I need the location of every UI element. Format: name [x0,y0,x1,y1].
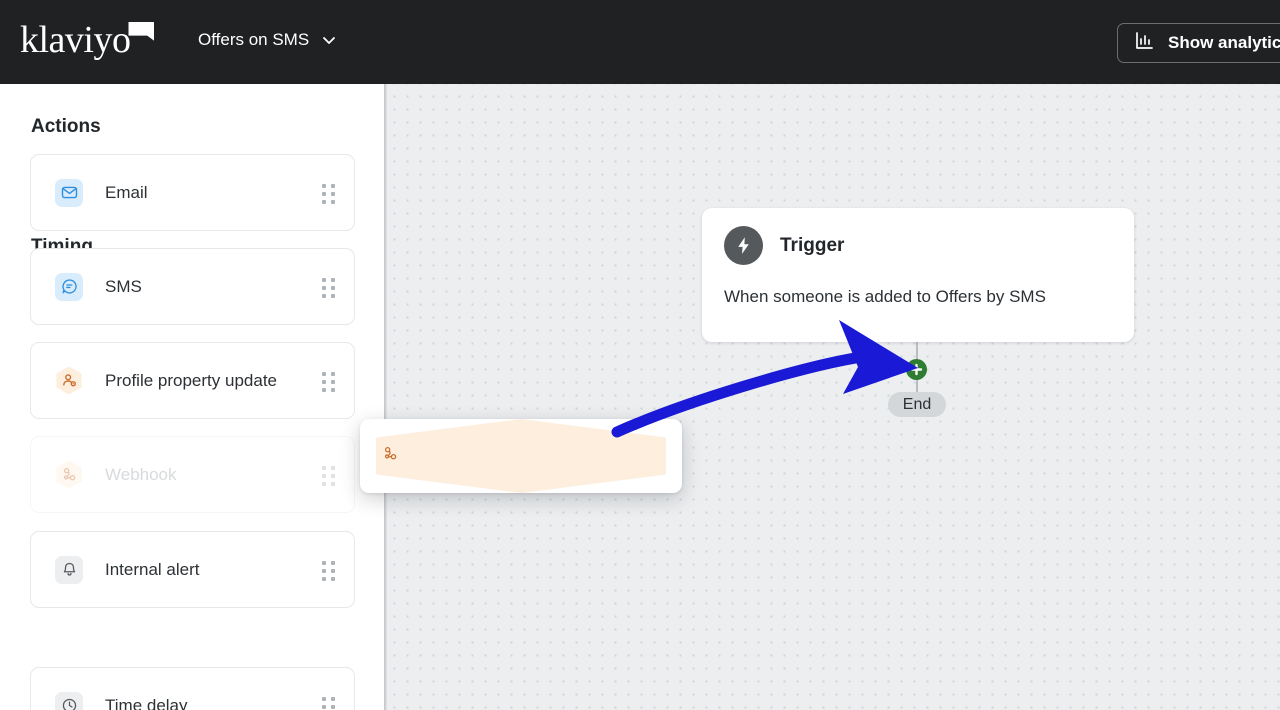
chevron-down-icon [321,32,337,48]
show-analytics-button[interactable]: Show analytics [1117,23,1280,63]
envelope-icon [55,178,83,207]
canvas-left-edge [384,84,387,710]
flow-canvas[interactable] [384,84,1280,710]
drag-handle-icon[interactable] [322,183,336,204]
klaviyo-logo[interactable]: klaviyo [20,19,155,61]
sidebar-item-time-delay[interactable]: Time delay [30,667,355,710]
add-step-button[interactable] [906,359,927,380]
flow-end-label: End [902,395,932,413]
sidebar-item-label: Email [105,182,148,202]
bell-icon [55,555,83,584]
sidebar-item-internal-alert[interactable]: Internal alert [30,531,355,608]
klaviyo-logo-text: klaviyo [20,19,131,61]
chat-bubble-icon [55,272,83,301]
sidebar-item-label: Profile property update [105,370,277,390]
trigger-node[interactable]: Trigger When someone is added to Offers … [702,208,1134,342]
trigger-node-title: Trigger [780,234,845,256]
flow-name-dropdown[interactable]: Offers on SMS [198,30,337,50]
drag-handle-icon[interactable] [322,560,336,581]
flow-name-label: Offers on SMS [198,30,310,49]
flow-end-node: End [888,392,946,417]
plus-icon [910,363,923,376]
section-title-actions: Actions [31,116,101,137]
lightning-bolt-icon [724,226,763,265]
show-analytics-label: Show analytics [1168,33,1280,52]
webhook-nodes-icon [376,419,666,493]
sidebar-item-label: Time delay [105,695,188,710]
trigger-node-header: Trigger [724,226,1112,265]
drag-handle-icon[interactable] [322,277,336,298]
sidebar-item-label: SMS [105,276,142,296]
sidebar-item-email[interactable]: Email [30,154,355,231]
dragging-webhook-card[interactable]: Webhook [360,419,682,493]
trigger-node-description: When someone is added to Offers by SMS [724,287,1046,306]
drag-handle-icon[interactable] [322,465,336,486]
drag-handle-icon[interactable] [322,371,336,392]
bar-chart-icon [1134,30,1155,56]
klaviyo-flag-mark-icon [128,22,155,41]
clock-icon [55,691,83,710]
sidebar-item-label: Webhook [105,464,177,484]
sidebar-item-sms[interactable]: SMS [30,248,355,325]
flow-builder-app: klaviyo Offers on SMS Show analytics Tri… [0,0,1280,710]
sidebar-item-profile-property-update[interactable]: Profile property update [30,342,355,419]
webhook-nodes-icon [55,460,83,489]
top-bar: klaviyo Offers on SMS Show analytics [0,0,1280,84]
sidebar-item-webhook[interactable]: Webhook [30,436,355,513]
actions-sidebar[interactable]: Actions Email SMS Profile property updat… [0,84,384,710]
person-gear-icon [55,366,83,395]
sidebar-item-label: Internal alert [105,559,200,579]
drag-handle-icon[interactable] [322,696,336,710]
